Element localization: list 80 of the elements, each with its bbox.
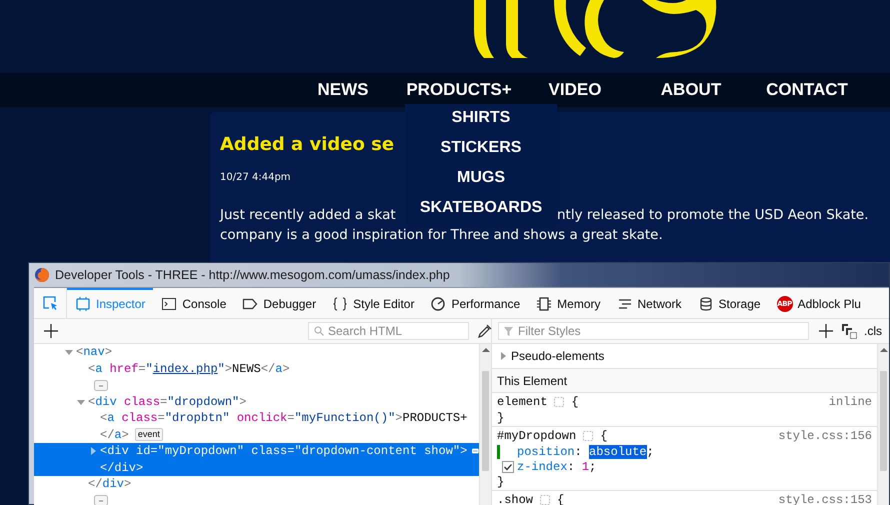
markup-line: </div> [88,477,132,492]
markup-node[interactable]: <div class="dropdown"> [34,394,479,410]
database-icon [698,296,714,312]
whitespace-node-icon [94,380,108,391]
pseudo-class-icon[interactable] [841,323,857,339]
debugger-icon [242,296,258,312]
eyedropper-icon[interactable] [478,324,492,338]
article-text: company is a good inspiration for Three and shows a great skate. [220,227,663,243]
scroll-arrow-icon[interactable] [880,347,888,353]
add-node-icon[interactable] [44,324,58,338]
dropdown-item[interactable]: STICKERS [440,134,522,164]
braces-icon [332,296,348,312]
dropdown-item[interactable]: SKATEBOARDS [420,194,542,224]
dropdown-item[interactable]: SHIRTS [452,104,510,134]
collapsed-arrow-icon[interactable] [88,447,98,456]
markup-line: <a class="dropbtn" onclick="myFunction()">PRODUCTS+ [100,411,468,426]
nav-link[interactable]: VIDEO [548,80,602,99]
devtools-tab[interactable]: Storage [690,288,769,318]
devtools-tab[interactable]: Network [608,288,690,318]
dropdown-item[interactable]: MUGS [457,164,505,194]
article-text: Just recently added a skat [220,207,396,223]
markup-line: <div class="dropdown"> [88,394,246,409]
nav-link[interactable]: PRODUCTS+ [406,80,512,99]
source-link[interactable]: inline [828,395,872,409]
picker-icon [42,295,58,311]
markup-node[interactable]: <nav> [34,344,479,360]
browser-logo-icon [34,267,50,283]
devtools-tab[interactable]: Debugger [234,288,324,318]
scroll-arrow-icon[interactable] [482,347,490,353]
filter-icon [504,326,513,336]
markup-line: <a href="index.php">NEWS</a> [88,362,290,376]
markup-node[interactable]: <div id="myDropdown" class="dropdown-content show"> [34,443,479,460]
markup-line: </a> [100,428,129,442]
css-declaration[interactable]: position: absolute; [517,444,654,458]
devtools-tab[interactable]: Console [153,288,234,318]
search-icon [314,326,324,336]
article-text: ntly released to promote the USD Aeon Skate. [557,207,869,224]
pseudo-elements-label[interactable]: Pseudo-elements [511,349,604,363]
selected-value[interactable]: absolute [589,444,647,458]
nav-link[interactable]: CONTACT [766,80,848,99]
markup-node[interactable]: <a class="dropbtn" onclick="myFunction()">PRODUCTS+ [34,410,479,426]
expanded-arrow-icon[interactable] [64,348,74,356]
nav-link[interactable]: NEWS [318,80,368,99]
inspector-icon [75,296,91,312]
css-selector: element [497,395,548,409]
close-brace: } [497,474,504,488]
gauge-icon [430,296,446,312]
ellipsis-icon[interactable] [472,446,479,456]
link[interactable]: index.php [152,362,218,376]
css-selector: .show [497,493,534,505]
source-link[interactable]: style.css:156 [778,429,872,443]
article-date: 10/27 4:44pm [220,172,291,183]
add-rule-icon[interactable] [819,324,833,338]
open-brace: { [571,395,579,409]
window-title: Developer Tools - THREE - http://www.mesogom.com/umass/index.php [55,268,450,282]
chip-icon [536,296,552,312]
devtools-tab[interactable]: Memory [528,288,609,318]
markup-node[interactable]: <a href="index.php">NEWS</a> [34,360,479,377]
open-brace: { [600,429,608,443]
scrollbar[interactable] [479,344,491,505]
scrollbar[interactable] [877,344,889,505]
event-badge[interactable]: event [134,428,163,442]
markup-line: <div id="myDropdown" class="dropdown-content show"> [100,444,468,458]
console-icon [161,296,178,312]
css-selector: #myDropdown [497,429,576,443]
css-declaration[interactable]: z-index: 1; [517,460,596,474]
markup-line: <nav> [76,345,112,360]
expanded-arrow-icon[interactable] [76,398,86,406]
search-field[interactable]: Search HTML [308,322,469,340]
close-brace: } [497,410,504,424]
devtools-tab[interactable]: Style Editor [324,288,422,318]
section-header: This Element [497,374,568,388]
nav-link[interactable]: ABOUT [660,80,722,99]
article-title: Added a video se [220,134,394,155]
filter-field[interactable]: Filter Styles [498,322,809,340]
devtools-tab[interactable]: Performance [422,288,528,318]
markup-line: </div> [100,460,144,475]
class-toggle-button[interactable]: .cls [864,324,882,338]
collapsed-arrow-icon[interactable] [500,352,507,360]
checkbox[interactable] [502,460,514,472]
